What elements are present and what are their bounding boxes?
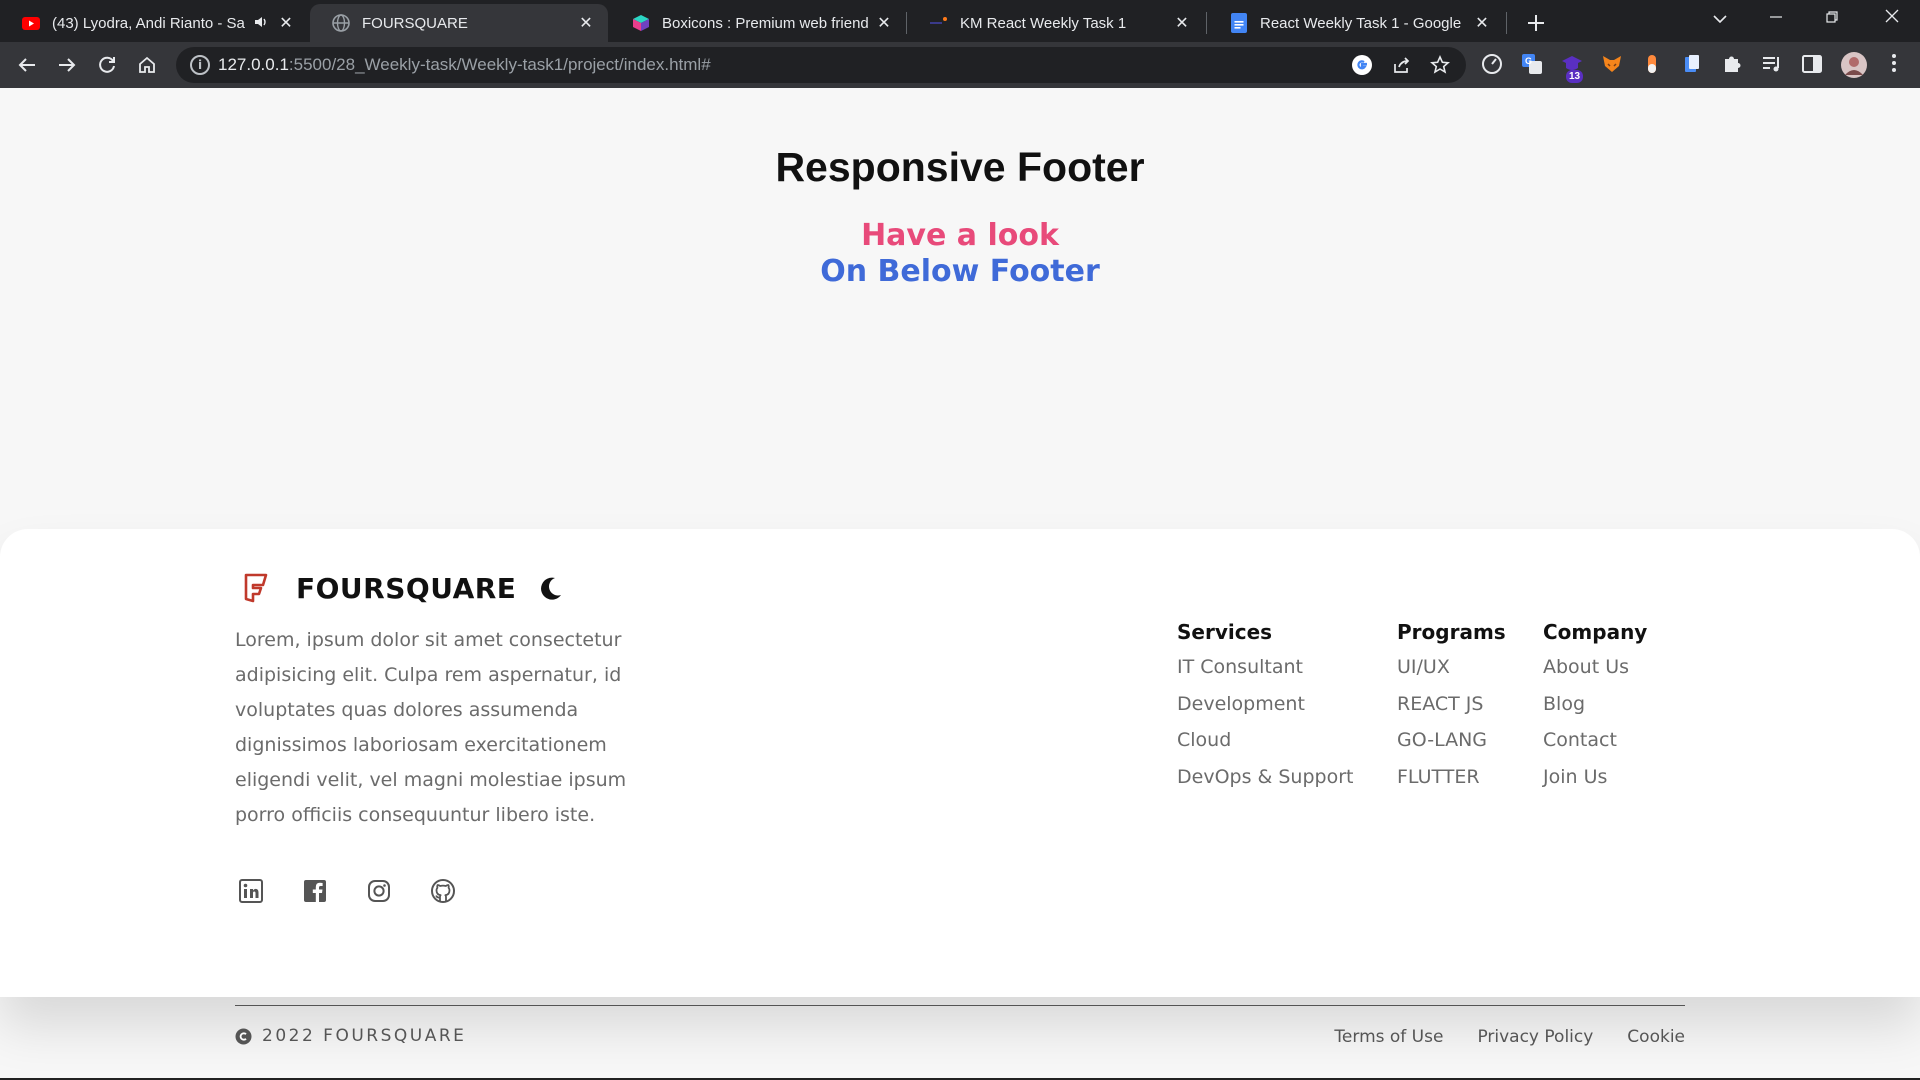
url-text: 127.0.0.1:5500/28_Weekly-task/Weekly-tas… [218, 55, 711, 74]
browser-menu-icon[interactable] [1882, 53, 1906, 77]
metamask-fox-icon[interactable] [1600, 53, 1624, 77]
tab-km-react[interactable]: KM React Weekly Task 1 ✕ [908, 4, 1204, 42]
column-heading: Programs [1397, 620, 1506, 644]
forward-button[interactable] [51, 49, 83, 81]
reload-button[interactable] [91, 49, 123, 81]
footer-link[interactable]: GO-LANG [1397, 729, 1506, 753]
privacy-policy-link[interactable]: Privacy Policy [1477, 1027, 1593, 1047]
github-icon[interactable] [430, 878, 456, 904]
close-window-button[interactable] [1864, 0, 1920, 38]
media-queue-icon[interactable] [1760, 53, 1784, 77]
tab-title: Boxicons : Premium web friendly [662, 14, 868, 32]
tab-close-button[interactable]: ✕ [1172, 13, 1192, 33]
footer-link[interactable]: About Us [1543, 656, 1647, 680]
page-title: Responsive Footer [775, 144, 1145, 190]
brand-name: FOURSQUARE [296, 571, 517, 605]
browser-toolbar: i 127.0.0.1:5500/28_Weekly-task/Weekly-t… [0, 42, 1920, 88]
tab-separator [906, 12, 907, 34]
youtube-icon [22, 14, 40, 32]
instagram-icon[interactable] [366, 878, 392, 904]
google-docs-icon [1230, 13, 1248, 33]
footer-column-services: Services IT Consultant Development Cloud… [1177, 620, 1353, 789]
linkedin-icon[interactable] [238, 878, 264, 904]
boxicons-icon [632, 14, 650, 32]
profile-avatar[interactable] [1840, 51, 1868, 79]
social-links [238, 878, 456, 904]
footer-link[interactable]: Contact [1543, 729, 1647, 753]
column-heading: Services [1177, 620, 1273, 644]
footer-divider [235, 1005, 1685, 1006]
capsule-extension-icon[interactable] [1640, 53, 1664, 77]
tab-foursquare[interactable]: FOURSQUARE ✕ [310, 4, 608, 42]
site-info-icon[interactable]: i [190, 55, 210, 75]
hero-subtitle-pink: Have a look [861, 218, 1059, 253]
restore-button[interactable] [1804, 0, 1860, 38]
page-viewport: Responsive Footer Have a look On Below F… [0, 88, 1920, 1080]
copy-extension-icon[interactable] [1680, 53, 1704, 77]
address-bar[interactable]: i 127.0.0.1:5500/28_Weekly-task/Weekly-t… [176, 47, 1466, 83]
footer-link[interactable]: Cloud [1177, 729, 1353, 753]
footer-link[interactable]: Development [1177, 693, 1353, 717]
tab-separator [1506, 12, 1507, 34]
km-icon [930, 14, 948, 32]
globe-icon [332, 14, 350, 32]
column-heading: Company [1543, 620, 1648, 644]
tab-search-button[interactable] [1692, 0, 1748, 38]
hero-subtitle-blue: On Below Footer [820, 254, 1100, 289]
svg-text:G: G [1525, 56, 1532, 66]
moon-icon[interactable] [538, 575, 564, 601]
footer-link[interactable]: UI/UX [1397, 656, 1506, 680]
footer-link[interactable]: Blog [1543, 693, 1647, 717]
tab-title: (43) Lyodra, Andi Rianto - Sa [52, 14, 245, 32]
footer-description: Lorem, ipsum dolor sit amet consectetur … [235, 629, 627, 826]
back-button[interactable] [11, 49, 43, 81]
speaker-icon[interactable] [252, 16, 270, 31]
home-button[interactable] [131, 49, 163, 81]
legal-links: Terms of Use Privacy Policy Cookie [1334, 1027, 1685, 1047]
google-lens-icon[interactable] [1350, 53, 1374, 77]
footer-link[interactable]: DevOps & Support [1177, 766, 1353, 790]
google-translate-icon[interactable]: G [1520, 53, 1544, 77]
site-footer: FOURSQUARE Lorem, ipsum dolor sit amet c… [0, 529, 1920, 1047]
footer-link[interactable]: IT Consultant [1177, 656, 1353, 680]
footer-brand[interactable]: FOURSQUARE [240, 567, 564, 609]
tab-close-button[interactable]: ✕ [874, 13, 894, 33]
copyright: 2022 FOURSQUARE [235, 1026, 466, 1046]
footer-column-company: Company About Us Blog Contact Join Us [1543, 620, 1647, 789]
tab-boxicons[interactable]: Boxicons : Premium web friendly ✕ [610, 4, 906, 42]
footer-link[interactable]: REACT JS [1397, 693, 1506, 717]
footer-column-programs: Programs UI/UX REACT JS GO-LANG FLUTTER [1397, 620, 1506, 789]
extension-badge: 13 [1566, 70, 1584, 83]
copyright-text: 2022 FOURSQUARE [262, 1026, 467, 1046]
tab-youtube[interactable]: (43) Lyodra, Andi Rianto - Sa ✕ [0, 4, 308, 42]
tab-title: FOURSQUARE [362, 14, 468, 32]
speed-dial-extension-icon[interactable] [1480, 53, 1504, 77]
tab-close-button[interactable]: ✕ [276, 13, 296, 33]
tab-close-button[interactable]: ✕ [1472, 13, 1492, 33]
tab-separator [1206, 12, 1207, 34]
cookie-link[interactable]: Cookie [1627, 1027, 1685, 1047]
footer-link[interactable]: FLUTTER [1397, 766, 1506, 790]
minimize-button[interactable] [1748, 0, 1804, 38]
facebook-icon[interactable] [302, 878, 328, 904]
bookmark-star-icon[interactable] [1428, 53, 1452, 77]
copyright-icon [235, 1028, 252, 1045]
tab-close-button[interactable]: ✕ [576, 13, 596, 33]
terms-of-use-link[interactable]: Terms of Use [1334, 1027, 1443, 1047]
footer-link[interactable]: Join Us [1543, 766, 1647, 790]
side-panel-icon[interactable] [1800, 53, 1824, 77]
new-tab-button[interactable] [1520, 7, 1552, 39]
tab-title: React Weekly Task 1 - Google Do [1260, 14, 1466, 32]
tab-title: KM React Weekly Task 1 [960, 14, 1127, 32]
share-icon[interactable] [1390, 53, 1414, 77]
tab-google-docs[interactable]: React Weekly Task 1 - Google Do ✕ [1208, 4, 1504, 42]
foursquare-logo-icon [240, 572, 272, 604]
extensions-puzzle-icon[interactable] [1720, 53, 1744, 77]
browser-tab-strip: (43) Lyodra, Andi Rianto - Sa ✕ FOURSQUA… [0, 0, 1920, 42]
